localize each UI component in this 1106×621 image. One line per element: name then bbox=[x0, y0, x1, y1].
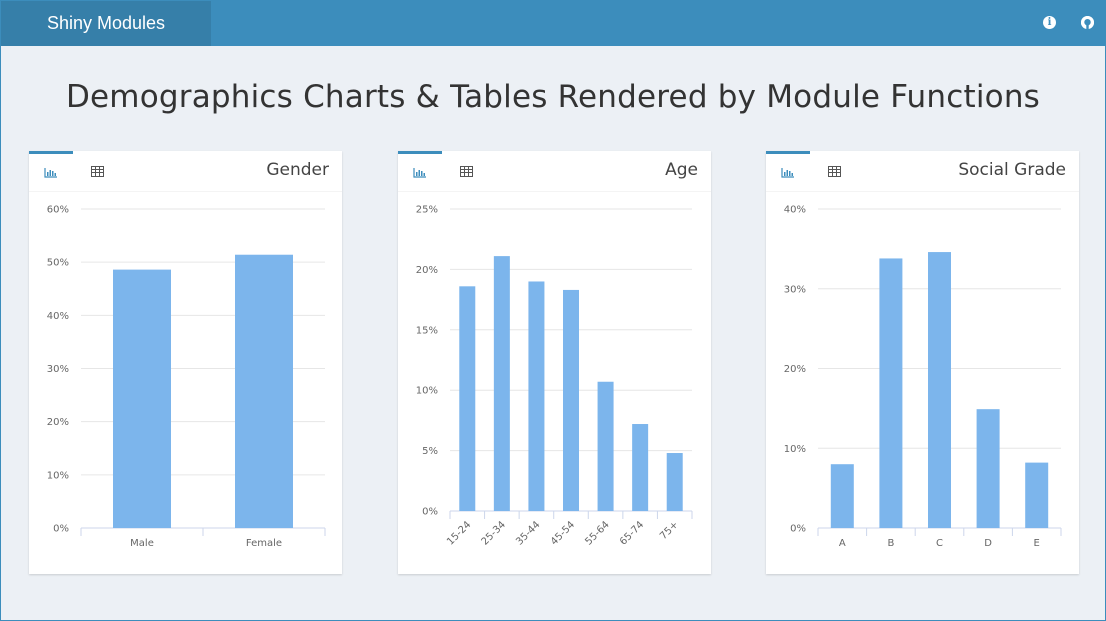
tab-table[interactable] bbox=[444, 151, 488, 191]
page-title: Demographics Charts & Tables Rendered by… bbox=[65, 79, 1041, 115]
bar[interactable] bbox=[459, 286, 476, 511]
github-icon[interactable] bbox=[1081, 16, 1094, 29]
tab-chart[interactable] bbox=[398, 151, 442, 191]
y-tick-label: 50% bbox=[47, 258, 69, 269]
bar[interactable] bbox=[597, 381, 614, 511]
tab-table[interactable] bbox=[812, 151, 856, 191]
bar[interactable] bbox=[976, 409, 1000, 528]
y-tick-label: 10% bbox=[784, 444, 806, 455]
box-title: Age bbox=[665, 160, 698, 180]
y-tick-label: 60% bbox=[47, 205, 69, 216]
bar[interactable] bbox=[879, 258, 903, 528]
bar[interactable] bbox=[563, 289, 579, 511]
bar-chart-icon bbox=[413, 168, 426, 178]
tab-chart[interactable] bbox=[29, 151, 73, 191]
x-tick-label: D bbox=[984, 538, 992, 549]
y-tick-label: 30% bbox=[784, 284, 806, 295]
x-tick-label: 75+ bbox=[658, 519, 681, 542]
gender-box: Gender 0% 10% 20% 30% 40% 50% 60% Male Female bbox=[29, 151, 342, 574]
y-tick-label: 10% bbox=[47, 470, 69, 481]
table-icon bbox=[90, 165, 104, 177]
bar[interactable] bbox=[928, 252, 951, 528]
bar[interactable] bbox=[528, 281, 545, 511]
age-box: Age 0% 5% 10% 15% 20% 25% 15-24 25-34 35-44 45-54… bbox=[398, 151, 711, 574]
x-tick-label: E bbox=[1034, 538, 1040, 549]
top-navbar: Shiny Modules i bbox=[1, 1, 1105, 46]
x-tick-label: A bbox=[839, 538, 846, 549]
bar[interactable] bbox=[666, 453, 683, 511]
y-tick-label: 25% bbox=[416, 205, 438, 216]
bar[interactable] bbox=[632, 424, 649, 511]
x-tick-label: 35-44 bbox=[514, 519, 542, 547]
bar[interactable] bbox=[493, 256, 510, 511]
x-tick-label: Female bbox=[246, 538, 282, 549]
x-tick-label: 65-74 bbox=[618, 519, 646, 547]
bar[interactable] bbox=[113, 269, 171, 528]
tab-bar: Social Grade bbox=[766, 151, 1079, 192]
x-tick-label: 55-64 bbox=[583, 519, 611, 547]
x-tick-label: B bbox=[887, 538, 894, 549]
bar[interactable] bbox=[235, 254, 293, 528]
info-icon[interactable]: i bbox=[1043, 16, 1056, 29]
table-icon bbox=[827, 165, 841, 177]
bar[interactable] bbox=[830, 464, 854, 528]
tab-table[interactable] bbox=[75, 151, 119, 191]
y-tick-label: 15% bbox=[416, 325, 438, 336]
brand-title[interactable]: Shiny Modules bbox=[1, 1, 211, 46]
table-icon bbox=[459, 165, 473, 177]
x-tick-label: 25-34 bbox=[480, 519, 508, 547]
x-tick-label: C bbox=[936, 538, 943, 549]
tab-bar: Gender bbox=[29, 151, 342, 192]
social-grade-chart: 0% 10% 20% 30% 40% A B C D E bbox=[784, 205, 1062, 549]
box-title: Social Grade bbox=[958, 160, 1066, 180]
tab-bar: Age bbox=[398, 151, 711, 192]
x-tick-label: 15-24 bbox=[445, 519, 473, 547]
x-tick-label: Male bbox=[130, 538, 154, 549]
box-title: Gender bbox=[266, 160, 329, 180]
y-tick-label: 0% bbox=[790, 524, 806, 535]
y-tick-label: 20% bbox=[47, 417, 69, 428]
tab-chart[interactable] bbox=[766, 151, 810, 191]
x-tick-label: 45-54 bbox=[549, 519, 577, 547]
bar[interactable] bbox=[1025, 462, 1049, 528]
y-tick-label: 20% bbox=[784, 364, 806, 375]
age-chart: 0% 5% 10% 15% 20% 25% 15-24 25-34 35-44 45-54 55-6… bbox=[416, 205, 693, 548]
gender-chart: 0% 10% 20% 30% 40% 50% 60% Male Female bbox=[47, 205, 326, 549]
social-grade-box: Social Grade 0% 10% 20% 30% 40% A B C D E bbox=[766, 151, 1079, 574]
y-tick-label: 10% bbox=[416, 386, 438, 397]
y-tick-label: 0% bbox=[53, 524, 69, 535]
bar-chart-icon bbox=[781, 168, 794, 178]
y-tick-label: 40% bbox=[784, 205, 806, 216]
y-tick-label: 5% bbox=[422, 446, 438, 457]
bar-chart-icon bbox=[44, 168, 57, 178]
y-tick-label: 40% bbox=[47, 311, 69, 322]
y-tick-label: 20% bbox=[416, 265, 438, 276]
y-tick-label: 30% bbox=[47, 364, 69, 375]
y-tick-label: 0% bbox=[422, 507, 438, 518]
